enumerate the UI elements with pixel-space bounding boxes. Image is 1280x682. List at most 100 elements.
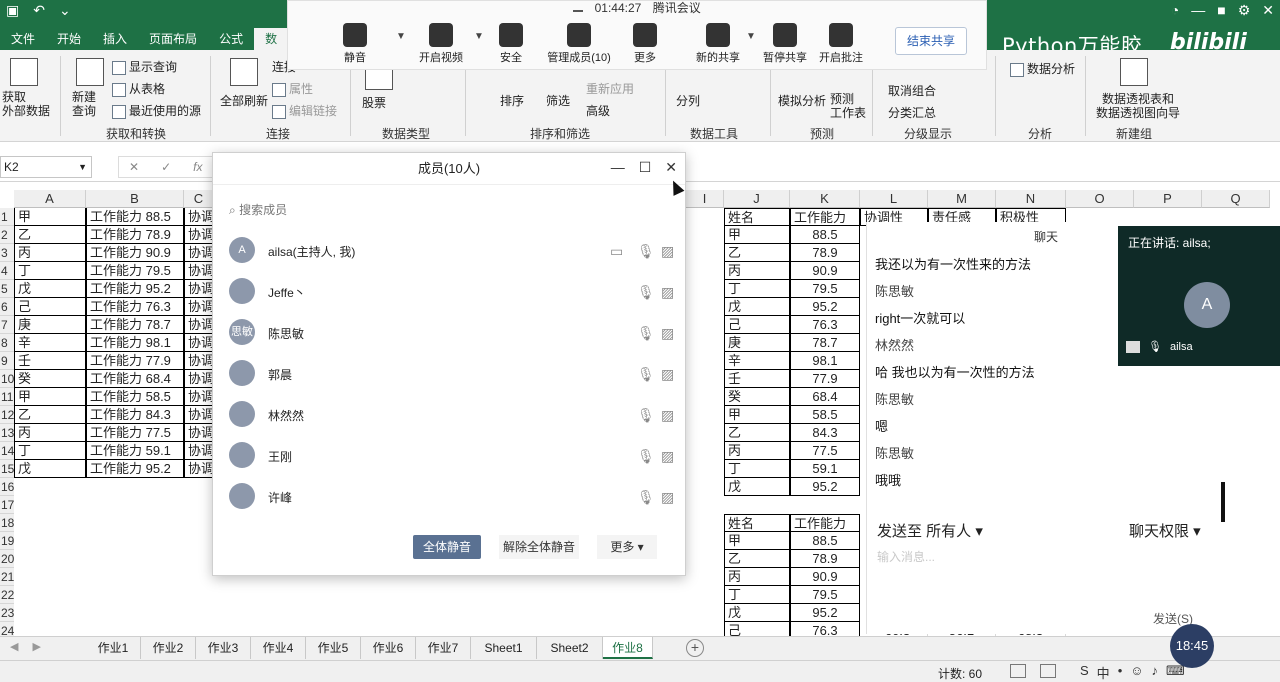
table-cell[interactable]: 丁 <box>14 442 86 460</box>
table-cell[interactable]: 76.3 <box>790 622 860 636</box>
table-cell[interactable]: 95.2 <box>790 478 860 496</box>
chevron-down-icon[interactable]: ▼ <box>396 31 406 42</box>
row-header[interactable]: 20 <box>0 550 14 568</box>
table-cell[interactable]: 庚 <box>14 316 86 334</box>
table-cell[interactable]: 68.4 <box>790 388 860 406</box>
table-cell[interactable]: 协调 <box>184 460 214 478</box>
table-cell[interactable]: 乙 <box>14 226 86 244</box>
prev-sheet-icon[interactable]: ◀ <box>10 640 18 653</box>
ungroup-button[interactable]: 取消组合 <box>888 82 936 99</box>
table-header-cell[interactable]: 工作能力 <box>790 208 860 226</box>
forecast-sheet-button[interactable]: 预测 工作表 <box>830 92 866 120</box>
column-header[interactable]: A <box>14 190 86 208</box>
external-data-icon[interactable] <box>10 58 38 86</box>
member-row[interactable]: 思敏 陈思敏 🎙 ▨ <box>229 315 675 351</box>
table-cell[interactable]: 工作能力 76.3 <box>86 298 184 316</box>
redo-icon[interactable]: ⌄ <box>59 2 71 19</box>
column-header[interactable]: L <box>860 190 928 208</box>
table-cell[interactable]: 协调 <box>184 388 214 406</box>
member-row[interactable]: 林然然 🎙 ▨ <box>229 397 675 433</box>
sheet-tab[interactable]: 作业3 <box>196 637 251 659</box>
filter-button[interactable]: 筛选 <box>546 92 570 109</box>
table-cell[interactable]: 甲 <box>14 388 86 406</box>
from-table-button[interactable]: 从表格 <box>112 80 165 97</box>
table-cell[interactable]: 丁 <box>724 586 790 604</box>
member-search-input[interactable]: ⌕ 搜索成员 <box>229 201 287 218</box>
member-row[interactable]: 王刚 🎙 ▨ <box>229 438 675 474</box>
table-cell[interactable]: 乙 <box>724 550 790 568</box>
close-icon[interactable]: ✕ <box>1262 2 1274 19</box>
table-cell[interactable]: 丙 <box>14 244 86 262</box>
row-header[interactable]: 2 <box>0 226 14 244</box>
table-cell[interactable]: 壬 <box>724 370 790 388</box>
table-cell[interactable]: 工作能力 68.4 <box>86 370 184 388</box>
menu-tab[interactable]: 开始 <box>46 28 92 50</box>
new-query-icon[interactable] <box>76 58 104 86</box>
member-row[interactable]: Aailsa(主持人, 我) ▭ 🎙 ▨ <box>229 233 675 269</box>
end-share-button[interactable]: 结束共享 <box>895 27 967 55</box>
table-cell[interactable]: 丁 <box>724 280 790 298</box>
mic-muted-icon[interactable]: 🎙 <box>637 366 655 383</box>
table-cell[interactable]: 辛 <box>724 352 790 370</box>
table-cell[interactable]: 戊 <box>14 460 86 478</box>
show-query-button[interactable]: 显示查询 <box>112 58 177 75</box>
data-analysis-button[interactable]: 数据分析 <box>1010 60 1075 77</box>
table-cell[interactable]: 84.3 <box>790 424 860 442</box>
add-sheet-button[interactable]: + <box>686 639 704 657</box>
advanced-button[interactable]: 高级 <box>586 102 610 119</box>
chat-scrollbar[interactable] <box>1221 482 1225 522</box>
table-cell[interactable]: 88.5 <box>790 532 860 550</box>
table-cell[interactable]: 78.9 <box>790 244 860 262</box>
table-cell[interactable]: 工作能力 77.9 <box>86 352 184 370</box>
column-header[interactable]: C <box>184 190 214 208</box>
normal-view-icon[interactable] <box>1010 664 1026 678</box>
table-cell[interactable]: 58.5 <box>790 406 860 424</box>
row-header[interactable]: 10 <box>0 370 14 388</box>
row-header[interactable]: 14 <box>0 442 14 460</box>
meeting-button[interactable]: 更多 <box>610 23 680 65</box>
chat-permission-dropdown[interactable]: 聊天权限 ▾ <box>1129 520 1201 541</box>
column-header[interactable]: Q <box>1202 190 1270 208</box>
table-cell[interactable]: 79.5 <box>790 586 860 604</box>
column-header[interactable]: N <box>996 190 1066 208</box>
recent-sources-button[interactable]: 最近使用的源 <box>112 102 201 119</box>
table-cell[interactable]: 乙 <box>724 424 790 442</box>
fx-icon[interactable]: fx <box>193 160 202 174</box>
member-row[interactable]: 郭晨 🎙 ▨ <box>229 356 675 392</box>
get-external-data-button[interactable]: 获取 外部数据 <box>2 90 50 118</box>
table-cell[interactable]: 乙 <box>724 244 790 262</box>
table-cell[interactable]: 工作能力 84.3 <box>86 406 184 424</box>
unmute-all-button[interactable]: 解除全体静音 <box>499 535 579 559</box>
table-cell[interactable]: 协调 <box>184 370 214 388</box>
screen-share-icon[interactable]: ▭ <box>610 243 623 260</box>
sheet-tab[interactable]: 作业6 <box>361 637 416 659</box>
settings-icon[interactable]: ⚙ <box>1238 2 1251 19</box>
row-header[interactable]: 21 <box>0 568 14 586</box>
table-cell[interactable]: 90.9 <box>790 262 860 280</box>
ime-mode[interactable]: 中 <box>1097 663 1110 682</box>
table-header-cell[interactable]: 工作能力 <box>790 514 860 532</box>
table-cell[interactable]: 甲 <box>14 208 86 226</box>
meeting-button[interactable]: 管理成员(10) <box>544 23 614 65</box>
table-cell[interactable]: 协调 <box>184 244 214 262</box>
sheet-tab[interactable]: Sheet2 <box>537 637 603 659</box>
meeting-button[interactable]: 静音 <box>320 23 390 65</box>
sheet-tab[interactable]: 作业5 <box>306 637 361 659</box>
mic-muted-icon[interactable]: 🎙 <box>637 325 655 342</box>
table-cell[interactable]: 工作能力 88.5 <box>86 208 184 226</box>
column-header[interactable]: M <box>928 190 996 208</box>
video-off-icon[interactable]: ▨ <box>661 448 674 465</box>
table-cell[interactable]: 90.9 <box>790 568 860 586</box>
table-cell[interactable]: 协调 <box>184 352 214 370</box>
table-cell[interactable]: 工作能力 95.2 <box>86 280 184 298</box>
chevron-down-icon[interactable]: ▼ <box>746 31 756 42</box>
table-cell[interactable]: 78.7 <box>790 334 860 352</box>
pivot-wizard-button[interactable]: 数据透视表和 数据透视图向导 <box>1096 92 1180 120</box>
table-cell[interactable]: 己 <box>724 316 790 334</box>
table-cell[interactable]: 甲 <box>724 226 790 244</box>
row-header[interactable]: 1 <box>0 208 14 226</box>
table-cell[interactable]: 工作能力 79.5 <box>86 262 184 280</box>
menu-tab[interactable]: 插入 <box>92 28 138 50</box>
table-cell[interactable]: 庚 <box>724 334 790 352</box>
save-icon[interactable]: ▣ <box>6 2 19 19</box>
